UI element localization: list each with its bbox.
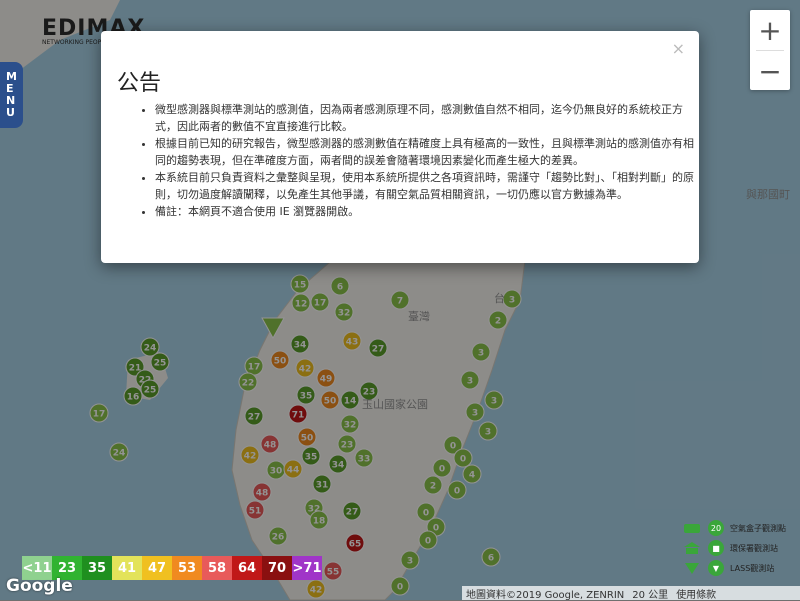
legend-epa[interactable]: ■ 環保署觀測站 bbox=[682, 538, 800, 558]
zoom-control: + − bbox=[750, 10, 790, 90]
google-logo: Google bbox=[6, 576, 73, 596]
epa-station-icon bbox=[682, 541, 702, 555]
map-label-park: 玉山國家公園 bbox=[362, 398, 428, 411]
legend-swatch: 35 bbox=[82, 556, 112, 580]
legend-label: 環保署觀測站 bbox=[730, 543, 778, 553]
legend-swatch: 53 bbox=[172, 556, 202, 580]
map-label-taiwan: 臺灣 bbox=[408, 310, 430, 323]
notice-item: 本系統目前只負責資料之彙整與呈現，使用本系統所提供之各項資訊時，需謹守「趨勢比對… bbox=[155, 169, 701, 203]
notice-list: 微型感測器與標準測站的感測值，因為兩者感測原理不同，感測數值自然不相同，迄今仍無… bbox=[141, 101, 701, 220]
close-icon[interactable]: × bbox=[672, 39, 685, 58]
legend-swatch: 47 bbox=[142, 556, 172, 580]
legend-label: LASS觀測站 bbox=[730, 563, 775, 573]
legend-lass[interactable]: ▼ LASS觀測站 bbox=[682, 558, 800, 578]
legend-air-box[interactable]: 20 空氣盒子觀測點 bbox=[682, 518, 800, 538]
notice-modal: × 公告 微型感測器與標準測站的感測值，因為兩者感測原理不同，感測數值自然不相同… bbox=[101, 31, 699, 263]
air-box-icon bbox=[682, 521, 702, 535]
legend-swatch: 58 bbox=[202, 556, 232, 580]
notice-item: 備註：本網頁不適合使用 IE 瀏覽器開啟。 bbox=[155, 203, 701, 220]
lass-marker-icon: ▼ bbox=[708, 560, 724, 576]
legend-swatch: 70 bbox=[262, 556, 292, 580]
menu-letter: U bbox=[6, 106, 15, 119]
map-label-taipei: 台 bbox=[494, 292, 505, 305]
legend-swatch: >71 bbox=[292, 556, 322, 580]
zoom-out-button[interactable]: − bbox=[750, 51, 790, 91]
terms-link[interactable]: 使用條款 bbox=[676, 586, 716, 601]
menu-button[interactable]: MENU bbox=[0, 62, 23, 128]
menu-label: MENU bbox=[6, 71, 17, 119]
map-data-text: 地圖資料©2019 Google, ZENRIN bbox=[466, 589, 625, 601]
scale-text: 20 公里 bbox=[632, 589, 669, 601]
legend-swatch: 41 bbox=[112, 556, 142, 580]
notice-item: 根據目前已知的研究報告，微型感測器的感測數值在精確度上具有極高的一致性，且與標準… bbox=[155, 135, 701, 169]
legend-label: 空氣盒子觀測點 bbox=[730, 523, 786, 533]
lass-station-icon bbox=[682, 561, 702, 575]
count-badge: 20 bbox=[708, 520, 724, 536]
map-label-yonaguni: 與那國町 bbox=[746, 188, 790, 201]
notice-item: 微型感測器與標準測站的感測值，因為兩者感測原理不同，感測數值自然不相同，迄今仍無… bbox=[155, 101, 701, 135]
legend-swatch: 64 bbox=[232, 556, 262, 580]
zoom-in-button[interactable]: + bbox=[750, 10, 790, 50]
map-attribution: 地圖資料©2019 Google, ZENRIN 20 公里 使用條款 bbox=[462, 586, 800, 601]
epa-marker-icon: ■ bbox=[708, 540, 724, 556]
modal-title: 公告 bbox=[117, 71, 162, 96]
station-type-legend: 20 空氣盒子觀測點 ■ 環保署觀測站 ▼ LASS觀測站 bbox=[682, 518, 800, 580]
